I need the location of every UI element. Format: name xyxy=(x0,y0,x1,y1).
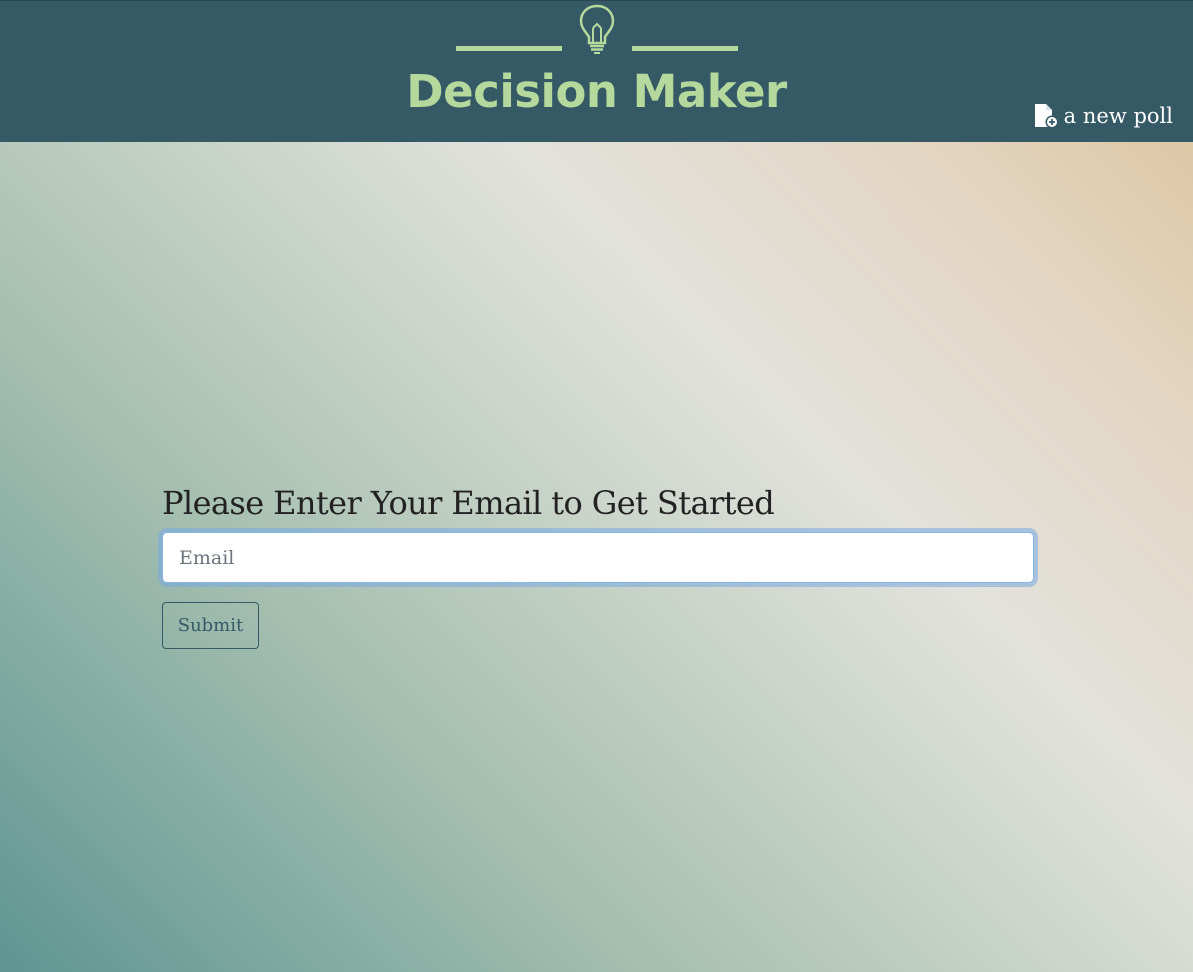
new-poll-link[interactable]: a new poll xyxy=(1033,103,1173,129)
site-header: Decision Maker a new poll xyxy=(0,0,1193,142)
email-field[interactable] xyxy=(162,532,1034,583)
lightbulb-icon xyxy=(579,4,615,54)
logo-right-rule xyxy=(632,46,738,51)
submit-button[interactable]: Submit xyxy=(162,602,259,649)
logo-left-rule xyxy=(456,46,562,51)
form-prompt: Please Enter Your Email to Get Started xyxy=(162,484,775,522)
logo-title: Decision Maker xyxy=(406,65,787,118)
new-poll-label: a new poll xyxy=(1063,104,1173,128)
email-form: Please Enter Your Email to Get Started S… xyxy=(162,482,1034,649)
file-add-icon xyxy=(1034,104,1059,129)
logo[interactable]: Decision Maker xyxy=(400,1,793,143)
